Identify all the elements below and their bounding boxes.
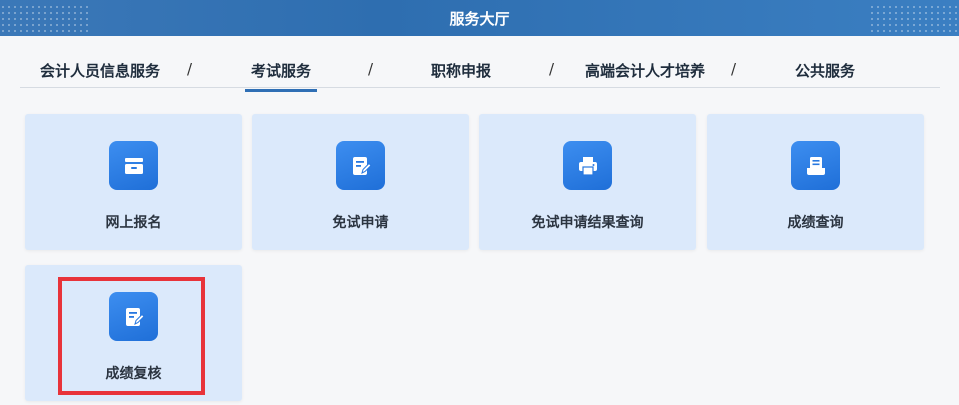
drawer-icon (109, 141, 158, 190)
tab-separator: / (731, 60, 737, 78)
card-online-registration[interactable]: 网上报名 (25, 114, 242, 250)
tab-separator: / (368, 60, 374, 78)
card-label: 免试申请结果查询 (531, 215, 644, 231)
edit-document-icon (336, 141, 385, 190)
page-title: 服务大厅 (449, 9, 510, 28)
header-bar: 服务大厅 (0, 0, 959, 36)
card-exemption-result-query[interactable]: 免试申请结果查询 (479, 114, 696, 250)
service-tabs: 会计人员信息服务 / 考试服务 / 职称申报 / 高端会计人才培养 / 公共服务 (20, 52, 940, 92)
tab-title-application[interactable]: 职称申报 (431, 60, 491, 81)
card-label: 成绩查询 (787, 215, 844, 231)
card-score-query[interactable]: 成绩查询 (707, 114, 924, 250)
document-tray-icon (791, 141, 840, 190)
header-decoration-left (0, 4, 90, 32)
header-decoration-right (869, 4, 959, 32)
card-label: 网上报名 (105, 215, 162, 231)
highlight-box (58, 277, 205, 395)
tab-accountant-info[interactable]: 会计人员信息服务 (40, 60, 160, 81)
card-label: 免试申请 (332, 215, 389, 231)
printer-icon (563, 141, 612, 190)
tab-exam-services[interactable]: 考试服务 (244, 60, 318, 92)
tab-separator: / (549, 60, 555, 78)
tab-separator: / (187, 60, 193, 78)
tab-senior-talent[interactable]: 高端会计人才培养 (585, 60, 705, 81)
tab-public-services[interactable]: 公共服务 (795, 60, 855, 81)
card-exemption-application[interactable]: 免试申请 (252, 114, 469, 250)
